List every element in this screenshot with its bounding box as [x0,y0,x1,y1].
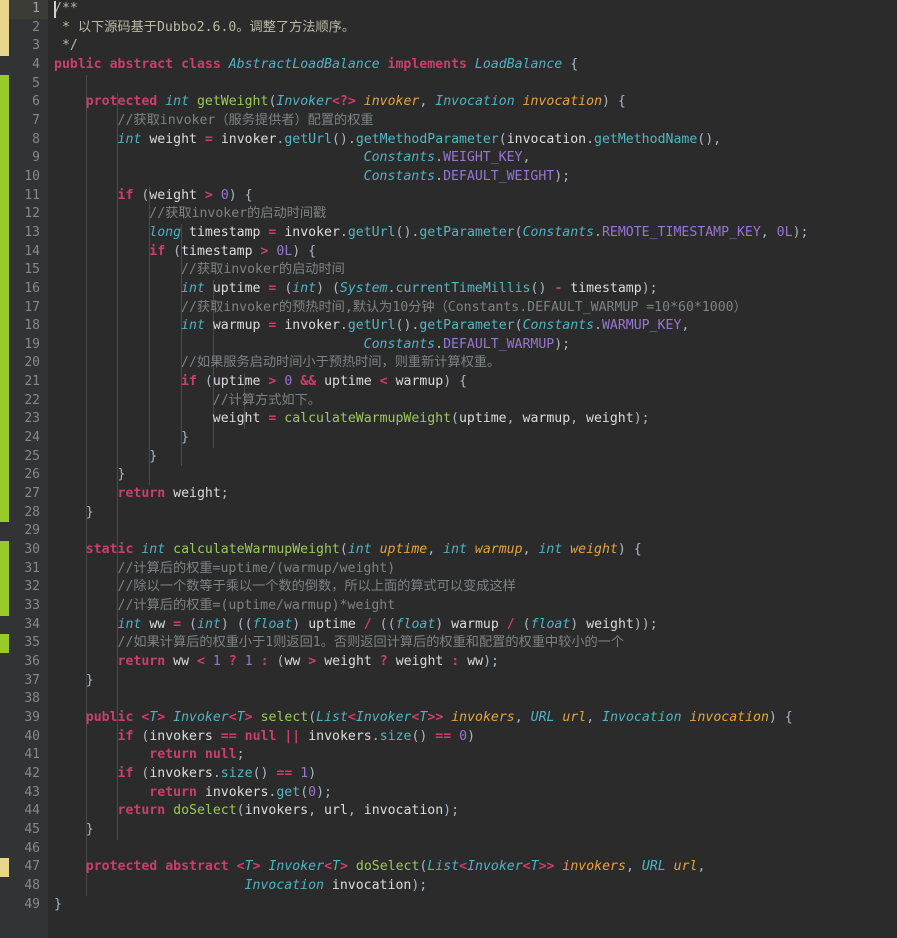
code-line-3[interactable]: */ [54,37,897,56]
code-line-41[interactable]: return null; [54,746,897,765]
code-line-30[interactable]: static int calculateWarmupWeight(int upt… [54,541,897,560]
code-line-24[interactable]: } [54,429,897,448]
code-line-20[interactable]: //如果服务启动时间小于预热时间，则重新计算权重。 [54,354,897,373]
code-line-42[interactable]: if (invokers.size() == 1) [54,765,897,784]
code-line-38[interactable] [54,690,897,709]
added-block-line-35[interactable] [0,634,9,654]
code-line-47[interactable]: protected abstract <T> Invoker<T> doSele… [54,858,897,877]
code-line-43[interactable]: return invokers.get(0); [54,784,897,803]
added-block-lines-5-28[interactable] [0,74,9,523]
code-line-35[interactable]: //如果计算后的权重小于1则返回1。否则返回计算后的权重和配置的权重中较小的一个 [54,634,897,653]
code-line-44[interactable]: return doSelect(invokers, url, invocatio… [54,802,897,821]
code-line-15[interactable]: //获取invoker的启动时间 [54,261,897,280]
code-line-9[interactable]: Constants.WEIGHT_KEY, [54,149,897,168]
code-line-37[interactable]: } [54,672,897,691]
code-line-1[interactable]: /** [54,0,897,19]
modified-block-line-47[interactable] [0,858,9,878]
code-line-29[interactable] [54,522,897,541]
code-line-40[interactable]: if (invokers == null || invokers.size() … [54,728,897,747]
code-line-4[interactable]: public abstract class AbstractLoadBalanc… [54,56,897,75]
code-line-23[interactable]: weight = calculateWarmupWeight(uptime, w… [54,410,897,429]
text-caret [54,1,56,18]
code-line-34[interactable]: int ww = (int) ((float) uptime / ((float… [54,616,897,635]
modified-block-lines-1-3[interactable] [0,0,9,56]
code-line-25[interactable]: } [54,448,897,467]
code-line-28[interactable]: } [54,504,897,523]
code-line-6[interactable]: protected int getWeight(Invoker<?> invok… [54,93,897,112]
code-line-13[interactable]: long timestamp = invoker.getUrl().getPar… [54,224,897,243]
code-line-14[interactable]: if (timestamp > 0L) { [54,243,897,262]
source-code[interactable]: /** * 以下源码基于Dubbo2.6.0。调整了方法顺序。 */public… [48,0,897,914]
code-line-11[interactable]: if (weight > 0) { [54,187,897,206]
code-line-7[interactable]: //获取invoker（服务提供者）配置的权重 [54,112,897,131]
code-line-32[interactable]: //除以一个数等于乘以一个数的倒数，所以上面的算式可以变成这样 [54,578,897,597]
code-line-2[interactable]: * 以下源码基于Dubbo2.6.0。调整了方法顺序。 [54,19,897,38]
code-line-39[interactable]: public <T> Invoker<T> select(List<Invoke… [54,709,897,728]
code-line-31[interactable]: //计算后的权重=uptime/(warmup/weight) [54,560,897,579]
code-line-33[interactable]: //计算后的权重=(uptime/warmup)*weight [54,597,897,616]
code-line-46[interactable] [54,840,897,859]
code-line-18[interactable]: int warmup = invoker.getUrl().getParamet… [54,317,897,336]
added-block-lines-30-33[interactable] [0,541,9,616]
code-line-17[interactable]: //获取invoker的预热时间,默认为10分钟（Constants.DEFAU… [54,299,897,318]
code-line-26[interactable]: } [54,466,897,485]
vcs-change-marker-strip[interactable] [0,0,9,938]
code-line-36[interactable]: return ww < 1 ? 1 : (ww > weight ? weigh… [54,653,897,672]
code-line-8[interactable]: int weight = invoker.getUrl().getMethodP… [54,131,897,150]
code-line-22[interactable]: //计算方式如下。 [54,392,897,411]
code-editor[interactable]: 1 2 3 4 5 6 7 8 9 10 11 12 13 14 15 16 17 18 19 20 21 22 23 24 2… [0,0,897,938]
code-line-19[interactable]: Constants.DEFAULT_WARMUP); [54,336,897,355]
code-line-49[interactable]: } [54,896,897,915]
code-line-16[interactable]: int uptime = (int) (System.currentTimeMi… [54,280,897,299]
code-content-pane[interactable]: /** * 以下源码基于Dubbo2.6.0。调整了方法顺序。 */public… [48,0,897,938]
code-line-21[interactable]: if (uptime > 0 && uptime < warmup) { [54,373,897,392]
code-line-48[interactable]: Invocation invocation); [54,877,897,896]
code-line-12[interactable]: //获取invoker的启动时间戳 [54,205,897,224]
code-line-10[interactable]: Constants.DEFAULT_WEIGHT); [54,168,897,187]
code-line-45[interactable]: } [54,821,897,840]
code-line-27[interactable]: return weight; [54,485,897,504]
code-line-5[interactable] [54,75,897,94]
